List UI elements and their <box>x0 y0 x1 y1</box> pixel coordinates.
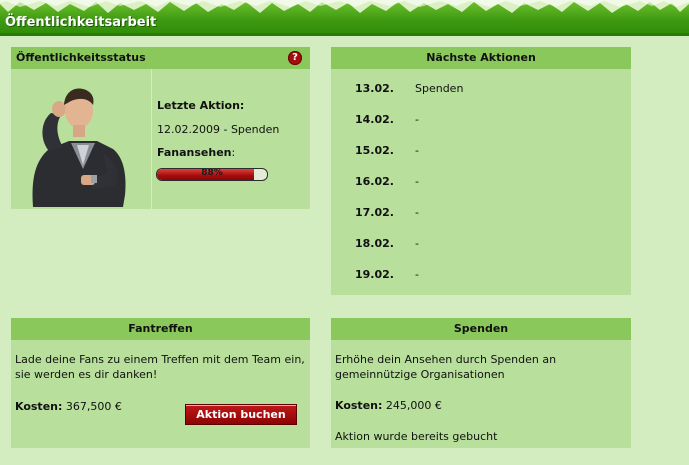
spenden-description: Erhöhe dein Ansehen durch Spenden an gem… <box>335 353 557 381</box>
reputation-colon: : <box>231 146 236 159</box>
help-icon[interactable]: ? <box>288 51 302 65</box>
status-panel-header: Öffentlichkeitsstatus ? <box>11 47 310 69</box>
header-divider <box>0 33 689 36</box>
spenden-cost-value: 245,000 € <box>385 399 442 412</box>
next-action-name: - <box>415 175 419 188</box>
next-action-date: 13.02. <box>355 82 394 95</box>
next-action-date: 19.02. <box>355 268 394 281</box>
next-action-date: 15.02. <box>355 144 394 157</box>
reputation-row: Fanansehen: <box>157 146 235 159</box>
fantreffen-cost-value: 367,500 € <box>65 400 122 413</box>
next-action-name: - <box>415 206 419 219</box>
next-action-date: 17.02. <box>355 206 394 219</box>
next-actions-header: Nächste Aktionen <box>331 47 631 69</box>
spenden-panel: Spenden Erhöhe dein Ansehen durch Spende… <box>331 318 631 448</box>
next-action-name: - <box>415 113 419 126</box>
next-action-name: Spenden <box>415 82 464 95</box>
next-actions-panel: Nächste Aktionen 13.02. Spenden 14.02. - 15.… <box>331 47 631 295</box>
fantreffen-panel: Fantreffen Lade deine Fans zu einem Tref… <box>11 318 310 448</box>
page-header: Öffentlichkeitsarbeit <box>0 0 689 36</box>
reputation-progress-bar: 88% <box>156 168 268 181</box>
avatar <box>11 69 152 209</box>
status-panel: Öffentlichkeitsstatus ? Letzte Aktion: 1… <box>11 47 310 209</box>
fantreffen-header: Fantreffen <box>11 318 310 340</box>
fantreffen-cost-label: Kosten: <box>15 400 63 413</box>
fantreffen-cost-row: Kosten: 367,500 € <box>15 400 122 413</box>
last-action-value: 12.02.2009 - Spenden <box>157 123 280 136</box>
next-action-date: 14.02. <box>355 113 394 126</box>
spenden-header: Spenden <box>331 318 631 340</box>
last-action-label: Letzte Aktion: <box>157 99 245 112</box>
fantreffen-description: Lade deine Fans zu einem Treffen mit dem… <box>15 353 305 381</box>
reputation-progress-text: 88% <box>201 168 223 178</box>
manager-avatar-icon <box>32 88 126 207</box>
next-action-date: 18.02. <box>355 237 394 250</box>
next-action-name: - <box>415 237 419 250</box>
spenden-cost-row: Kosten: 245,000 € <box>335 399 442 412</box>
status-panel-title: Öffentlichkeitsstatus <box>16 51 146 64</box>
next-action-date: 16.02. <box>355 175 394 188</box>
book-action-button[interactable]: Aktion buchen <box>185 404 297 425</box>
next-action-name: - <box>415 144 419 157</box>
spenden-status-text: Aktion wurde bereits gebucht <box>335 430 498 443</box>
spenden-cost-label: Kosten: <box>335 399 383 412</box>
reputation-label: Fanansehen <box>157 146 232 159</box>
next-action-name: - <box>415 268 419 281</box>
page-title: Öffentlichkeitsarbeit <box>5 15 157 30</box>
